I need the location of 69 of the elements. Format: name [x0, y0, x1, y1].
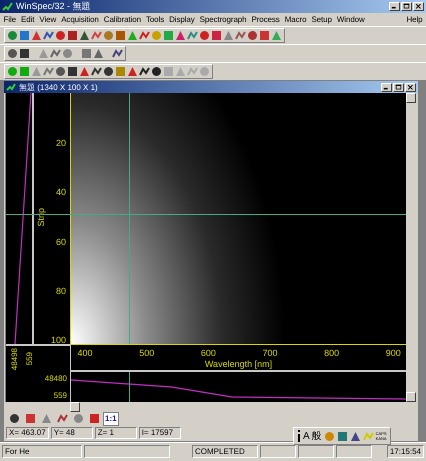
maximize-button[interactable]: [393, 82, 404, 92]
close-button[interactable]: [405, 82, 416, 92]
tool-icon[interactable]: [67, 30, 78, 41]
menu-item[interactable]: File: [1, 15, 18, 24]
tool-icon[interactable]: [103, 66, 114, 77]
ime-mode[interactable]: 般: [312, 429, 322, 443]
graph-label: 48480: [44, 374, 67, 383]
tool-icon[interactable]: [19, 48, 30, 59]
axis-tick-label: 20: [56, 138, 66, 148]
tool-icon[interactable]: [43, 30, 54, 41]
zoom-button[interactable]: 1:1: [103, 412, 119, 426]
readout-field: I= 17597: [138, 427, 181, 439]
clock-text: 17:15:54: [386, 445, 424, 458]
graph-label: 559: [54, 391, 67, 400]
app-icon: [2, 2, 13, 12]
menu-item[interactable]: Calibration: [101, 15, 144, 24]
menu-item[interactable]: Setup: [308, 15, 334, 24]
profile-label: 48498: [10, 348, 19, 370]
menu-item[interactable]: Edit: [18, 15, 37, 24]
window-title: WinSpec/32 - 無題: [16, 0, 92, 13]
menu-item[interactable]: Process: [249, 15, 282, 24]
axis-tick-label: 700: [262, 348, 278, 358]
ime-mode[interactable]: A: [303, 430, 310, 442]
menu-item[interactable]: Spectrograph: [197, 15, 249, 24]
info-icon: [297, 430, 301, 442]
tool-icon[interactable]: [8, 413, 20, 424]
axis-tick-label: 500: [139, 348, 154, 358]
tool-icon[interactable]: [350, 430, 361, 442]
close-button[interactable]: [413, 2, 424, 11]
tool-icon[interactable]: [112, 48, 123, 59]
maximize-button[interactable]: [401, 2, 412, 11]
axis-tick-label: 600: [200, 348, 216, 358]
axis-tick-label: 60: [56, 236, 66, 247]
tool-icon[interactable]: [151, 66, 162, 77]
tool-icon[interactable]: [7, 48, 18, 59]
profile-label: 559: [25, 352, 34, 366]
axis-tick-label: 40: [56, 187, 66, 198]
readout-field: Y= 48: [50, 427, 93, 439]
vertical-scrollbar[interactable]: [406, 93, 417, 402]
tool-icon[interactable]: [55, 66, 66, 77]
menu-item[interactable]: Macro: [282, 15, 309, 24]
menu-item[interactable]: Tools: [143, 15, 167, 24]
tool-icon[interactable]: [91, 66, 102, 77]
readout-field: Z= 1: [94, 427, 137, 439]
menu-item[interactable]: View: [36, 15, 59, 24]
axis-tick-label: 80: [56, 286, 66, 296]
menu-item[interactable]: Window: [334, 15, 368, 24]
axis-tick-label: 400: [78, 348, 93, 358]
status-panel: [336, 445, 372, 458]
status-panel: [298, 445, 334, 458]
axis-tick-label: 800: [324, 348, 340, 358]
axis-tick-label: 900: [386, 348, 401, 358]
tool-icon[interactable]: [67, 66, 78, 77]
status-text: COMPLETED: [192, 445, 258, 458]
document-title: 無題 (1340 X 100 X 1): [19, 82, 99, 92]
axis-tick-label: 100: [50, 334, 66, 344]
minimize-button[interactable]: [381, 82, 392, 92]
status-panel: [260, 445, 296, 458]
menu-item[interactable]: Help: [404, 15, 425, 24]
menu-item[interactable]: Acquisition: [58, 15, 102, 24]
axis-label: Wavelength [nm]: [204, 359, 272, 369]
tool-icon[interactable]: [79, 30, 90, 41]
status-text: For He: [2, 445, 82, 458]
readout-field: X= 463.07: [6, 427, 49, 439]
crosshair-line: [129, 372, 130, 402]
minimize-button[interactable]: [389, 2, 400, 11]
menu-item[interactable]: Display: [166, 15, 198, 24]
tool-icon[interactable]: [139, 66, 150, 77]
document-icon: [6, 82, 16, 92]
